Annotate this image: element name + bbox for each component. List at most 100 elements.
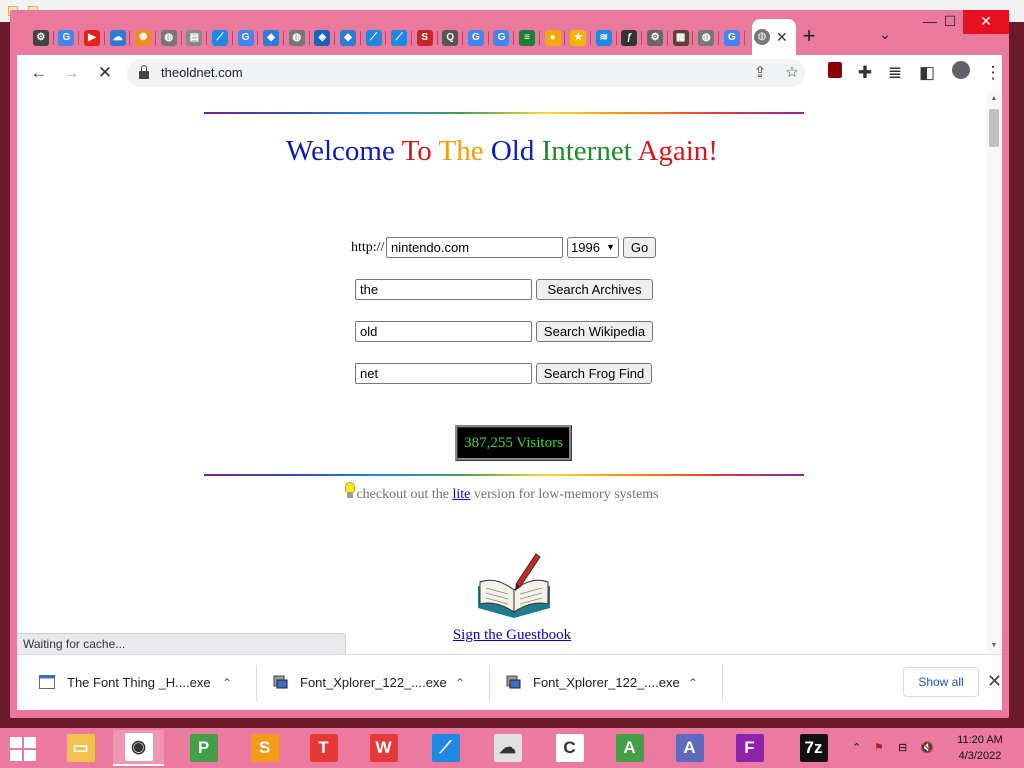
chart-app-icon: ⟋ xyxy=(431,734,460,762)
media-control-icon[interactable]: ≣ xyxy=(883,61,907,85)
ublock-extension-icon[interactable] xyxy=(823,61,847,85)
wayback-url-input[interactable]: nintendo.com xyxy=(386,237,563,258)
tab[interactable]: ⚙ xyxy=(642,27,668,49)
new-tab-button[interactable]: + xyxy=(797,24,821,48)
system-clock[interactable]: 11:20 AM 4/3/2022 xyxy=(948,732,1012,764)
lock-icon[interactable] xyxy=(139,65,149,79)
tab[interactable]: ≋ xyxy=(591,27,617,49)
taskbar-app-button[interactable]: F xyxy=(724,730,775,766)
tab[interactable]: ⟋ xyxy=(386,27,412,49)
tab[interactable]: ● xyxy=(540,27,566,49)
maximize-button[interactable]: ☐ xyxy=(933,10,967,34)
tab[interactable]: ◈ xyxy=(310,27,336,49)
back-arrow-icon[interactable]: ← xyxy=(27,61,51,85)
address-bar[interactable]: theoldnet.com ⇪ ☆ xyxy=(127,59,805,87)
year-select[interactable]: 1996 ▼ xyxy=(567,237,619,258)
taskbar-app-button[interactable]: P xyxy=(178,730,229,766)
tab[interactable]: ◍ xyxy=(284,27,310,49)
close-shelf-icon[interactable]: ✕ xyxy=(987,671,1002,692)
headline-word: Internet xyxy=(541,135,632,167)
chevron-up-icon[interactable]: ⌃ xyxy=(455,655,465,711)
tab[interactable]: G xyxy=(463,27,489,49)
side-panel-icon[interactable]: ◧ xyxy=(915,61,939,85)
tab[interactable]: ▦ xyxy=(668,27,694,49)
lite-version-link[interactable]: lite xyxy=(452,487,470,502)
tab-close-icon[interactable]: ✕ xyxy=(776,29,788,46)
share-icon[interactable]: ⇪ xyxy=(749,62,771,84)
go-button[interactable]: Go xyxy=(623,237,656,258)
volume-muted-icon[interactable]: 🔇 xyxy=(920,728,934,768)
tab[interactable]: ◆ xyxy=(335,27,361,49)
tab[interactable]: ƒ xyxy=(617,27,643,49)
tab[interactable]: ✺ xyxy=(130,27,156,49)
tab[interactable]: ⚙ xyxy=(28,27,54,49)
chevron-up-icon[interactable]: ⌃ xyxy=(688,655,698,711)
download-item[interactable]: Font_Xplorer_122_....exe ⌃ xyxy=(250,655,482,711)
address-url[interactable]: theoldnet.com xyxy=(161,59,243,87)
taskbar-app-button[interactable]: W xyxy=(358,730,409,766)
tab[interactable]: ▤ xyxy=(182,27,208,49)
forward-arrow-icon[interactable]: → xyxy=(59,61,83,85)
open-book-icon xyxy=(478,553,550,618)
network-icon[interactable]: ⊟ xyxy=(898,728,907,768)
extensions-puzzle-icon[interactable]: ✚ xyxy=(853,61,877,85)
tab[interactable]: ◆ xyxy=(258,27,284,49)
taskbar-app-button[interactable]: T xyxy=(298,730,349,766)
frogfind-search-input[interactable]: net xyxy=(355,363,532,384)
taskbar-app-button[interactable]: S xyxy=(239,730,290,766)
download-item[interactable]: The Font Thing _H....exe ⌃ xyxy=(17,655,249,711)
taskbar-app-button[interactable]: A xyxy=(664,730,715,766)
download-item[interactable]: Font_Xplorer_122_....exe ⌃ xyxy=(483,655,715,711)
active-tab[interactable]: ◍ ✕ xyxy=(752,19,796,55)
show-all-downloads-button[interactable]: Show all xyxy=(903,667,979,697)
scroll-thumb[interactable] xyxy=(989,109,999,147)
tab[interactable]: G xyxy=(489,27,515,49)
tab[interactable]: G xyxy=(233,27,259,49)
wps-icon: W xyxy=(369,734,398,762)
close-window-button[interactable]: ✕ xyxy=(963,10,1009,34)
sign-guestbook-link[interactable]: Sign the Guestbook xyxy=(453,627,571,643)
tab[interactable]: ⟋ xyxy=(361,27,387,49)
profile-avatar-icon[interactable] xyxy=(949,61,973,85)
wifi-icon: ≋ xyxy=(595,30,612,46)
document-icon: ▤ xyxy=(186,30,203,46)
tab[interactable]: ◍ xyxy=(693,27,719,49)
scroll-down-icon[interactable]: ▼ xyxy=(986,640,1002,652)
tab[interactable]: ☁ xyxy=(105,27,131,49)
stop-loading-icon[interactable]: ✕ xyxy=(93,61,117,85)
tab[interactable]: Q xyxy=(438,27,464,49)
taskbar-app-button[interactable]: ◉ xyxy=(113,730,164,766)
tab[interactable]: G xyxy=(54,27,80,49)
search-wikipedia-button[interactable]: Search Wikipedia xyxy=(536,321,653,342)
search-frogfind-button[interactable]: Search Frog Find xyxy=(536,363,652,384)
cube-icon: ◈ xyxy=(314,30,331,46)
page-scrollbar[interactable]: ▲ ▼ xyxy=(986,91,1002,654)
tab[interactable]: S xyxy=(412,27,438,49)
google-icon: G xyxy=(237,30,254,46)
tab[interactable]: ★ xyxy=(565,27,591,49)
tab[interactable]: ▶ xyxy=(79,27,105,49)
page-viewport: Welcome To The Old Internet Again! http:… xyxy=(17,91,1002,654)
tray-overflow-icon[interactable]: ⌃ xyxy=(852,728,861,768)
taskbar-app-button[interactable]: ▭ xyxy=(55,730,106,766)
tab[interactable]: G xyxy=(719,27,745,49)
taskbar-app-button[interactable]: 7z xyxy=(788,730,839,766)
archives-search-input[interactable]: the xyxy=(355,279,532,300)
tab[interactable]: ≡ xyxy=(514,27,540,49)
taskbar-app-button[interactable]: C xyxy=(544,730,595,766)
chevron-up-icon[interactable]: ⌃ xyxy=(222,655,232,711)
taskbar-app-button[interactable]: A xyxy=(604,730,655,766)
taskbar-app-button[interactable]: ⟋ xyxy=(420,730,471,766)
taskbar-app-button[interactable]: ☁ xyxy=(482,730,533,766)
scroll-up-icon[interactable]: ▲ xyxy=(986,93,1002,105)
tab[interactable]: ◍ xyxy=(156,27,182,49)
search-archives-button[interactable]: Search Archives xyxy=(536,279,653,300)
wikipedia-search-input[interactable]: old xyxy=(355,321,532,342)
action-center-flag-icon[interactable]: ⚑ xyxy=(874,728,884,768)
chrome-menu-icon[interactable]: ⋮ xyxy=(981,61,1005,85)
bookmark-star-icon[interactable]: ☆ xyxy=(781,62,803,84)
tab-search-button[interactable]: ⌄ xyxy=(875,26,895,46)
textmaker-icon: T xyxy=(309,734,338,762)
windows-start-icon[interactable] xyxy=(10,737,38,761)
tab[interactable]: ⟋ xyxy=(207,27,233,49)
